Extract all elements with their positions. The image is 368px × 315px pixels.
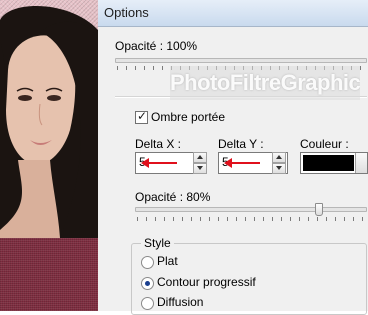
shadow-checkbox-label: Ombre portée xyxy=(151,110,226,124)
check-icon: ✓ xyxy=(137,109,148,123)
delta-y-spinner[interactable] xyxy=(272,152,286,174)
color-swatch-fill xyxy=(303,155,354,171)
arrow-down-icon xyxy=(197,166,203,170)
opacity-slider[interactable] xyxy=(115,58,367,63)
title-bar[interactable]: Options xyxy=(98,0,368,27)
delta-x-spinner[interactable] xyxy=(193,152,207,174)
delta-x-label: Delta X : xyxy=(135,137,182,151)
delta-y-down-button[interactable] xyxy=(272,163,286,174)
shadow-opacity-thumb[interactable] xyxy=(315,203,323,216)
radio-diffusion[interactable] xyxy=(141,297,154,310)
arrow-head-icon xyxy=(224,158,232,168)
radio-plat[interactable] xyxy=(141,256,154,269)
shadow-opacity-slider[interactable] xyxy=(135,207,367,212)
delta-x-up-button[interactable] xyxy=(193,152,207,163)
chevron-down-icon[interactable] xyxy=(355,153,367,173)
opacity-label: Opacité : 100% xyxy=(115,39,198,53)
options-dialog: Options Opacité : 100% ✓ Ombre portée De… xyxy=(98,0,368,315)
arrow-up-icon xyxy=(197,155,203,159)
style-group-label: Style xyxy=(141,236,174,250)
delta-x-down-button[interactable] xyxy=(193,163,207,174)
radio-selected-dot xyxy=(145,281,150,286)
color-label: Couleur : xyxy=(300,137,349,151)
background-fabric xyxy=(0,238,98,311)
arrow-up-icon xyxy=(276,155,282,159)
radio-diffusion-label: Diffusion xyxy=(157,295,204,309)
delta-y-label: Delta Y : xyxy=(218,137,264,151)
color-picker[interactable] xyxy=(300,152,368,174)
red-arrow-delta-y xyxy=(224,158,260,168)
arrow-head-icon xyxy=(141,158,149,168)
arrow-down-icon xyxy=(276,166,282,170)
delta-y-up-button[interactable] xyxy=(272,152,286,163)
shadow-opacity-ticks xyxy=(137,217,365,221)
shadow-opacity-label: Opacité : 80% xyxy=(135,190,211,204)
portrait-image xyxy=(0,0,98,311)
red-arrow-delta-x xyxy=(141,158,177,168)
radio-contour-progressif[interactable] xyxy=(141,277,154,290)
shadow-checkbox[interactable]: ✓ xyxy=(135,109,148,124)
radio-contour-progressif-label: Contour progressif xyxy=(157,275,256,289)
watermark: PhotoFiltreGraphic xyxy=(170,66,360,100)
window-title: Options xyxy=(104,5,149,20)
radio-plat-label: Plat xyxy=(157,254,178,268)
